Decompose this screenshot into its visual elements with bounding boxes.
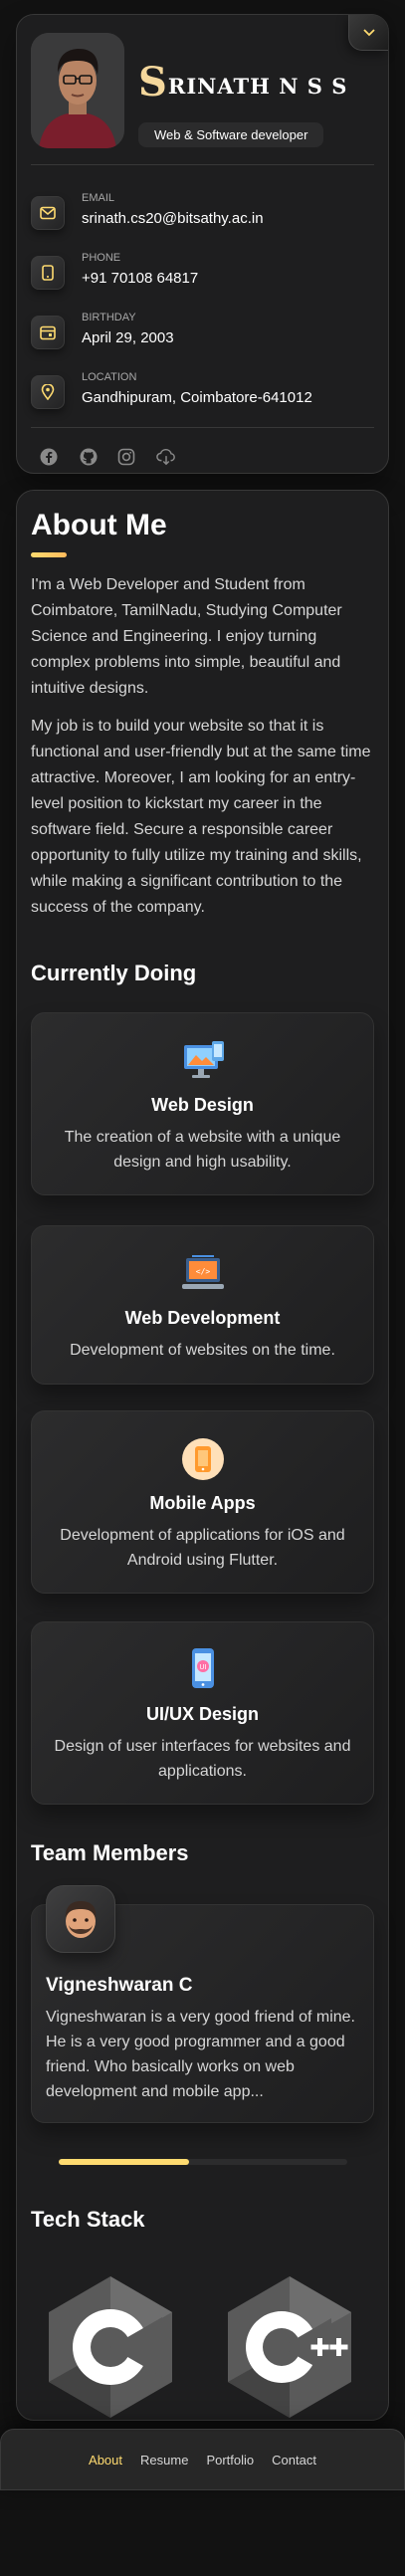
team-scrollbar-thumb[interactable]	[59, 2159, 189, 2165]
cpp-language-icon	[228, 2276, 351, 2418]
calendar-icon	[40, 325, 56, 340]
service-item: Web Design The creation of a website wit…	[31, 1012, 374, 1195]
cloud-download-icon	[156, 448, 175, 466]
bottom-navbar: About Resume Portfolio Contact	[0, 2429, 405, 2490]
team-member-card[interactable]: Vigneshwaran C Vigneshwaran is a very go…	[31, 1885, 374, 2123]
team-title: Team Members	[31, 1840, 189, 1865]
instagram-icon	[117, 448, 135, 466]
separator	[31, 164, 374, 165]
email-link[interactable]: srinath.cs20@bitsathy.ac.in	[82, 210, 264, 227]
tech-title: Tech Stack	[31, 2207, 145, 2232]
contact-email: Email srinath.cs20@bitsathy.ac.in	[31, 190, 374, 240]
nav-contact[interactable]: Contact	[272, 2453, 316, 2468]
profile-card: SRINATH N S S Web & Software developer E…	[16, 14, 389, 474]
avatar	[31, 33, 124, 148]
github-icon	[80, 448, 98, 466]
phone-link[interactable]: +91 70108 64817	[82, 270, 198, 287]
team-avatar	[46, 1885, 115, 1953]
location-icon	[41, 384, 55, 400]
about-paragraph: I'm a Web Developer and Student from Coi…	[31, 576, 342, 697]
expand-button[interactable]	[348, 15, 388, 51]
about-paragraph: My job is to build your website so that …	[31, 718, 371, 916]
tech-item	[222, 2272, 357, 2422]
title-underline	[31, 552, 67, 557]
team-member-text: Vigneshwaran is a very good friend of mi…	[46, 2009, 355, 2100]
chevron-down-icon	[362, 28, 375, 36]
facebook-icon	[40, 448, 58, 466]
profile-name: SRINATH N S S	[138, 59, 348, 106]
team-scrollbar[interactable]	[59, 2159, 347, 2165]
contact-phone: Phone +91 70108 64817	[31, 250, 374, 300]
location-value: Gandhipuram, Coimbatore-641012	[82, 389, 312, 406]
design-icon	[183, 1041, 224, 1078]
services-title: Currently Doing	[31, 961, 197, 985]
contact-location: Location Gandhipuram, Coimbatore-641012	[31, 369, 374, 419]
mail-icon	[40, 206, 56, 220]
dev-icon: </>	[181, 1255, 224, 1289]
facebook-link[interactable]	[39, 447, 59, 467]
c-language-icon	[49, 2276, 172, 2418]
contact-birthday: Birthday April 29, 2003	[31, 310, 374, 359]
service-item: Mobile Apps Development of applications …	[31, 1410, 374, 1594]
phone-icon	[42, 265, 54, 281]
service-item: </> Web Development Development of websi…	[31, 1225, 374, 1385]
github-link[interactable]	[79, 447, 99, 467]
person-avatar-icon	[65, 1901, 97, 1938]
ui-icon: UI	[191, 1648, 214, 1688]
service-item: UI UI/UX Design Design of user interface…	[31, 1621, 374, 1805]
about-article: About Me I'm a Web Developer and Student…	[16, 490, 389, 2421]
instagram-link[interactable]	[116, 447, 136, 467]
separator	[31, 427, 374, 428]
team-member-name: Vigneshwaran C	[46, 1975, 193, 1996]
birthday-value: April 29, 2003	[82, 329, 174, 346]
nav-about[interactable]: About	[89, 2453, 122, 2468]
nav-resume[interactable]: Resume	[140, 2453, 188, 2468]
download-link[interactable]	[156, 447, 176, 467]
nav-portfolio[interactable]: Portfolio	[206, 2453, 254, 2468]
app-icon	[181, 1438, 224, 1480]
page-title: About Me	[31, 509, 167, 541]
tech-item	[43, 2272, 178, 2422]
svg-text:UI: UI	[199, 1663, 206, 1671]
svg-text:</>: </>	[195, 1267, 210, 1276]
profile-title-badge: Web & Software developer	[138, 122, 324, 147]
